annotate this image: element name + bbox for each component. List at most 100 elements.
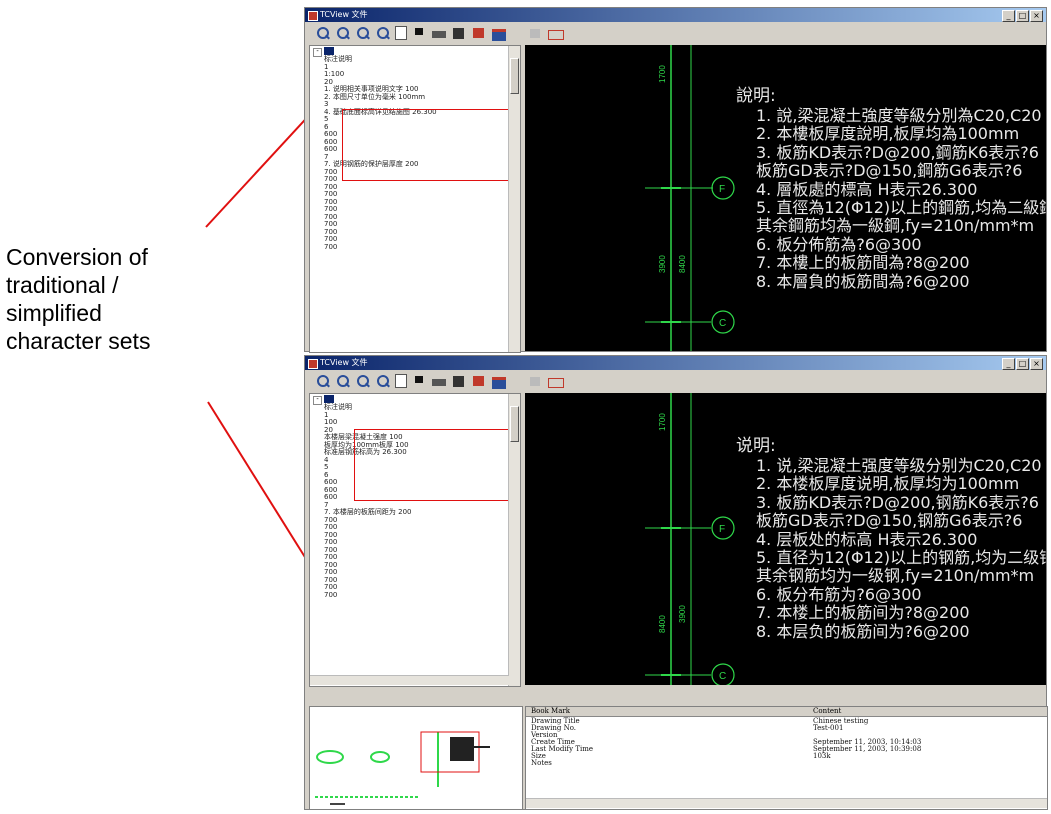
disabled-tool-icon[interactable] (527, 374, 543, 389)
note-line: 1. 說,梁混凝土強度等級分別為C20,C20 (756, 106, 1042, 125)
tree-item[interactable]: 700 (324, 591, 412, 600)
dimension-label: 3900 (678, 605, 687, 623)
properties-hscrollbar[interactable] (526, 798, 1047, 808)
zoom-window-icon[interactable] (355, 26, 371, 41)
save-icon[interactable] (451, 26, 467, 41)
note-line: 7. 本楼上的板筋间为?8@200 (756, 603, 970, 623)
tree-item[interactable]: 标注说明 (324, 403, 412, 412)
tree-item[interactable]: 700 (324, 198, 437, 207)
app-icon (308, 359, 318, 369)
tree-root-node[interactable] (324, 47, 334, 55)
tree-item[interactable]: 700 (324, 235, 437, 244)
print-preview-icon[interactable] (547, 26, 564, 41)
bookmark-icon[interactable] (411, 374, 427, 389)
maximize-button[interactable]: □ (1016, 358, 1029, 370)
overview-panel[interactable] (309, 706, 523, 810)
tree-item[interactable]: 2. 本图尺寸单位为毫米 100mm (324, 93, 437, 102)
zoom-in-icon[interactable] (315, 26, 331, 41)
layer-icon[interactable] (471, 26, 487, 41)
minimize-button[interactable]: _ (1002, 358, 1015, 370)
dimension-label: 1700 (658, 413, 667, 431)
tree-scrollbar[interactable] (508, 46, 520, 352)
tree-item[interactable]: 7. 本楼层的板筋间距为 200 (324, 508, 412, 517)
column-header-content[interactable]: Content (813, 707, 841, 716)
print-icon[interactable] (431, 26, 447, 41)
zoom-all-icon[interactable] (375, 26, 391, 41)
tree-item[interactable]: 700 (324, 553, 412, 562)
title-bar[interactable]: TCView 文件 _ □ × (305, 8, 1046, 22)
drawing-canvas[interactable]: 1700 3900 8400 F C 说明: 1. 说,梁混凝土强度等级分别为C… (525, 393, 1046, 685)
tree-item[interactable]: 1:100 (324, 70, 437, 79)
highlight-box (342, 109, 520, 181)
scroll-thumb[interactable] (510, 58, 519, 94)
tree-item[interactable]: 700 (324, 183, 437, 192)
properties-header: Book Mark Content (526, 707, 1047, 717)
tree-root-node[interactable] (324, 395, 334, 403)
tree-item[interactable]: 700 (324, 538, 412, 547)
drawing-canvas[interactable]: 1700 3900 8400 F C 說明: 1. 說,梁混凝土強度等級分別為C… (525, 45, 1046, 351)
tree-item[interactable]: 700 (324, 531, 412, 540)
save-icon[interactable] (451, 374, 467, 389)
notes-heading: 說明: (736, 86, 776, 106)
tree-item[interactable]: 100 (324, 418, 412, 427)
print-preview-icon[interactable] (547, 374, 564, 389)
tree-item[interactable]: 700 (324, 243, 437, 252)
note-line: 其余钢筋均为一级钢,fy=210n/mm*m (756, 566, 1035, 586)
tree-item[interactable]: 700 (324, 228, 437, 237)
property-key: Notes (531, 759, 552, 767)
note-line: 7. 本樓上的板筋間為?8@200 (756, 253, 970, 273)
window-controls: _ □ × (1002, 10, 1043, 22)
zoom-all-icon[interactable] (375, 374, 391, 389)
tree-scrollbar[interactable] (508, 394, 520, 686)
tree-panel[interactable]: - 标注说明 1 100 20 本楼层梁混凝土强度 100 板厚均为100mm板… (309, 393, 521, 687)
tree-item[interactable]: 700 (324, 190, 437, 199)
print-icon[interactable] (431, 374, 447, 389)
tree-item[interactable]: 700 (324, 561, 412, 570)
scroll-thumb[interactable] (510, 406, 519, 442)
tree-item[interactable]: 700 (324, 205, 437, 214)
tree-item[interactable]: 700 (324, 583, 412, 592)
page-icon[interactable] (395, 26, 407, 40)
dimension-label: 3900 (658, 255, 667, 273)
tree-item[interactable]: 700 (324, 576, 412, 585)
page-icon[interactable] (395, 374, 407, 388)
column-header-bookmark[interactable]: Book Mark (531, 707, 570, 716)
book-icon[interactable] (491, 374, 507, 389)
tree-item[interactable]: 700 (324, 568, 412, 577)
book-icon[interactable] (491, 26, 507, 41)
tree-item[interactable]: 700 (324, 220, 437, 229)
tree-item[interactable]: 700 (324, 213, 437, 222)
tree-item[interactable]: 700 (324, 516, 412, 525)
convert-icon[interactable] (511, 26, 523, 41)
tree-hscrollbar[interactable] (310, 675, 509, 685)
note-line: 4. 层板处的标高 H表示26.300 (756, 529, 978, 549)
close-button[interactable]: × (1030, 10, 1043, 22)
bookmark-icon[interactable] (411, 26, 427, 41)
properties-panel[interactable]: Book Mark Content Drawing Title Chinese t… (525, 706, 1048, 810)
axis-label: F (719, 524, 725, 535)
tree-item[interactable]: 700 (324, 523, 412, 532)
title-bar[interactable]: TCView 文件 _ □ × (305, 356, 1046, 370)
property-row[interactable]: Notes (531, 760, 552, 767)
layer-icon[interactable] (471, 374, 487, 389)
window-title: TCView 文件 (320, 358, 368, 367)
tree-item[interactable]: 标注说明 (324, 55, 437, 64)
notes-list: 1. 说,梁混凝土强度等级分别为C20,C20 2. 本楼板厚度说明,板厚均为1… (736, 456, 1046, 641)
maximize-button[interactable]: □ (1016, 10, 1029, 22)
note-line: 2. 本楼板厚度说明,板厚均为100mm (756, 474, 1020, 494)
tree-item[interactable]: 1 (324, 411, 412, 420)
zoom-out-icon[interactable] (335, 374, 351, 389)
tree-panel[interactable]: - 标注说明 1 1:100 20 1. 说明相关事项说明文字 100 2. 本… (309, 45, 521, 353)
viewer-window-traditional: TCView 文件 _ □ × - 标注说明 1 1:100 20 1. 说明相… (304, 7, 1047, 353)
zoom-in-icon[interactable] (315, 374, 331, 389)
note-line: 4. 層板處的標高 H表示26.300 (756, 179, 978, 199)
tree-item[interactable]: 700 (324, 546, 412, 555)
convert-icon[interactable] (511, 374, 523, 389)
close-button[interactable]: × (1030, 358, 1043, 370)
notes-list: 1. 說,梁混凝土強度等級分別為C20,C20 2. 本樓板厚度說明,板厚均為1… (736, 106, 1046, 291)
disabled-tool-icon[interactable] (527, 26, 543, 41)
note-line: 2. 本樓板厚度說明,板厚均為100mm (756, 124, 1020, 144)
zoom-out-icon[interactable] (335, 26, 351, 41)
zoom-window-icon[interactable] (355, 374, 371, 389)
minimize-button[interactable]: _ (1002, 10, 1015, 22)
